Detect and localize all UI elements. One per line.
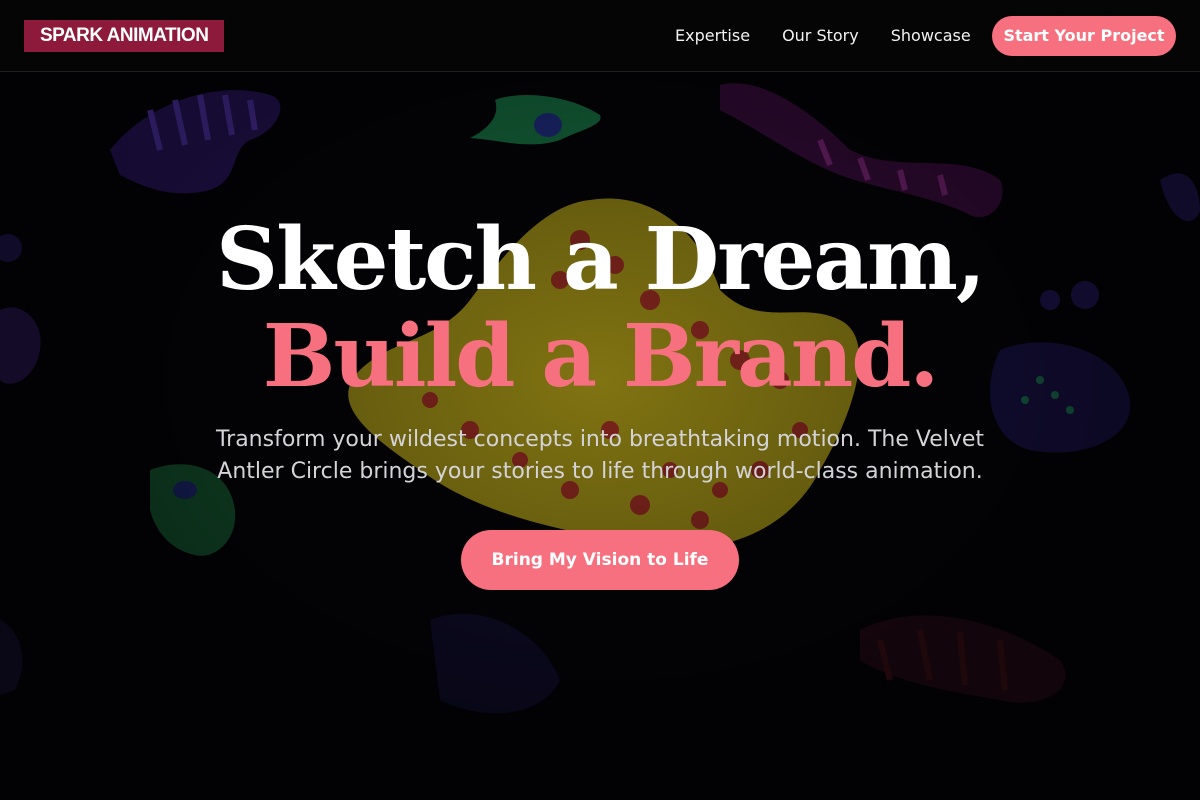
nav-links: Expertise Our Story Showcase: [675, 24, 971, 48]
hero-title-line-2: Build a Brand.: [262, 306, 940, 407]
brand-logo[interactable]: SPARK ANIMATION: [24, 20, 225, 52]
hero-title-line-1: Sketch a Dream,: [216, 209, 986, 310]
nav-link-our-story[interactable]: Our Story: [782, 24, 859, 48]
start-project-button[interactable]: Start Your Project: [992, 16, 1176, 56]
nav-link-expertise[interactable]: Expertise: [675, 24, 750, 48]
hero-subtitle: Transform your wildest concepts into bre…: [215, 427, 985, 484]
top-navbar: SPARK ANIMATION Expertise Our Story Show…: [0, 0, 1200, 72]
bring-vision-button[interactable]: Bring My Vision to Life: [461, 530, 739, 590]
nav-link-showcase[interactable]: Showcase: [891, 24, 971, 48]
